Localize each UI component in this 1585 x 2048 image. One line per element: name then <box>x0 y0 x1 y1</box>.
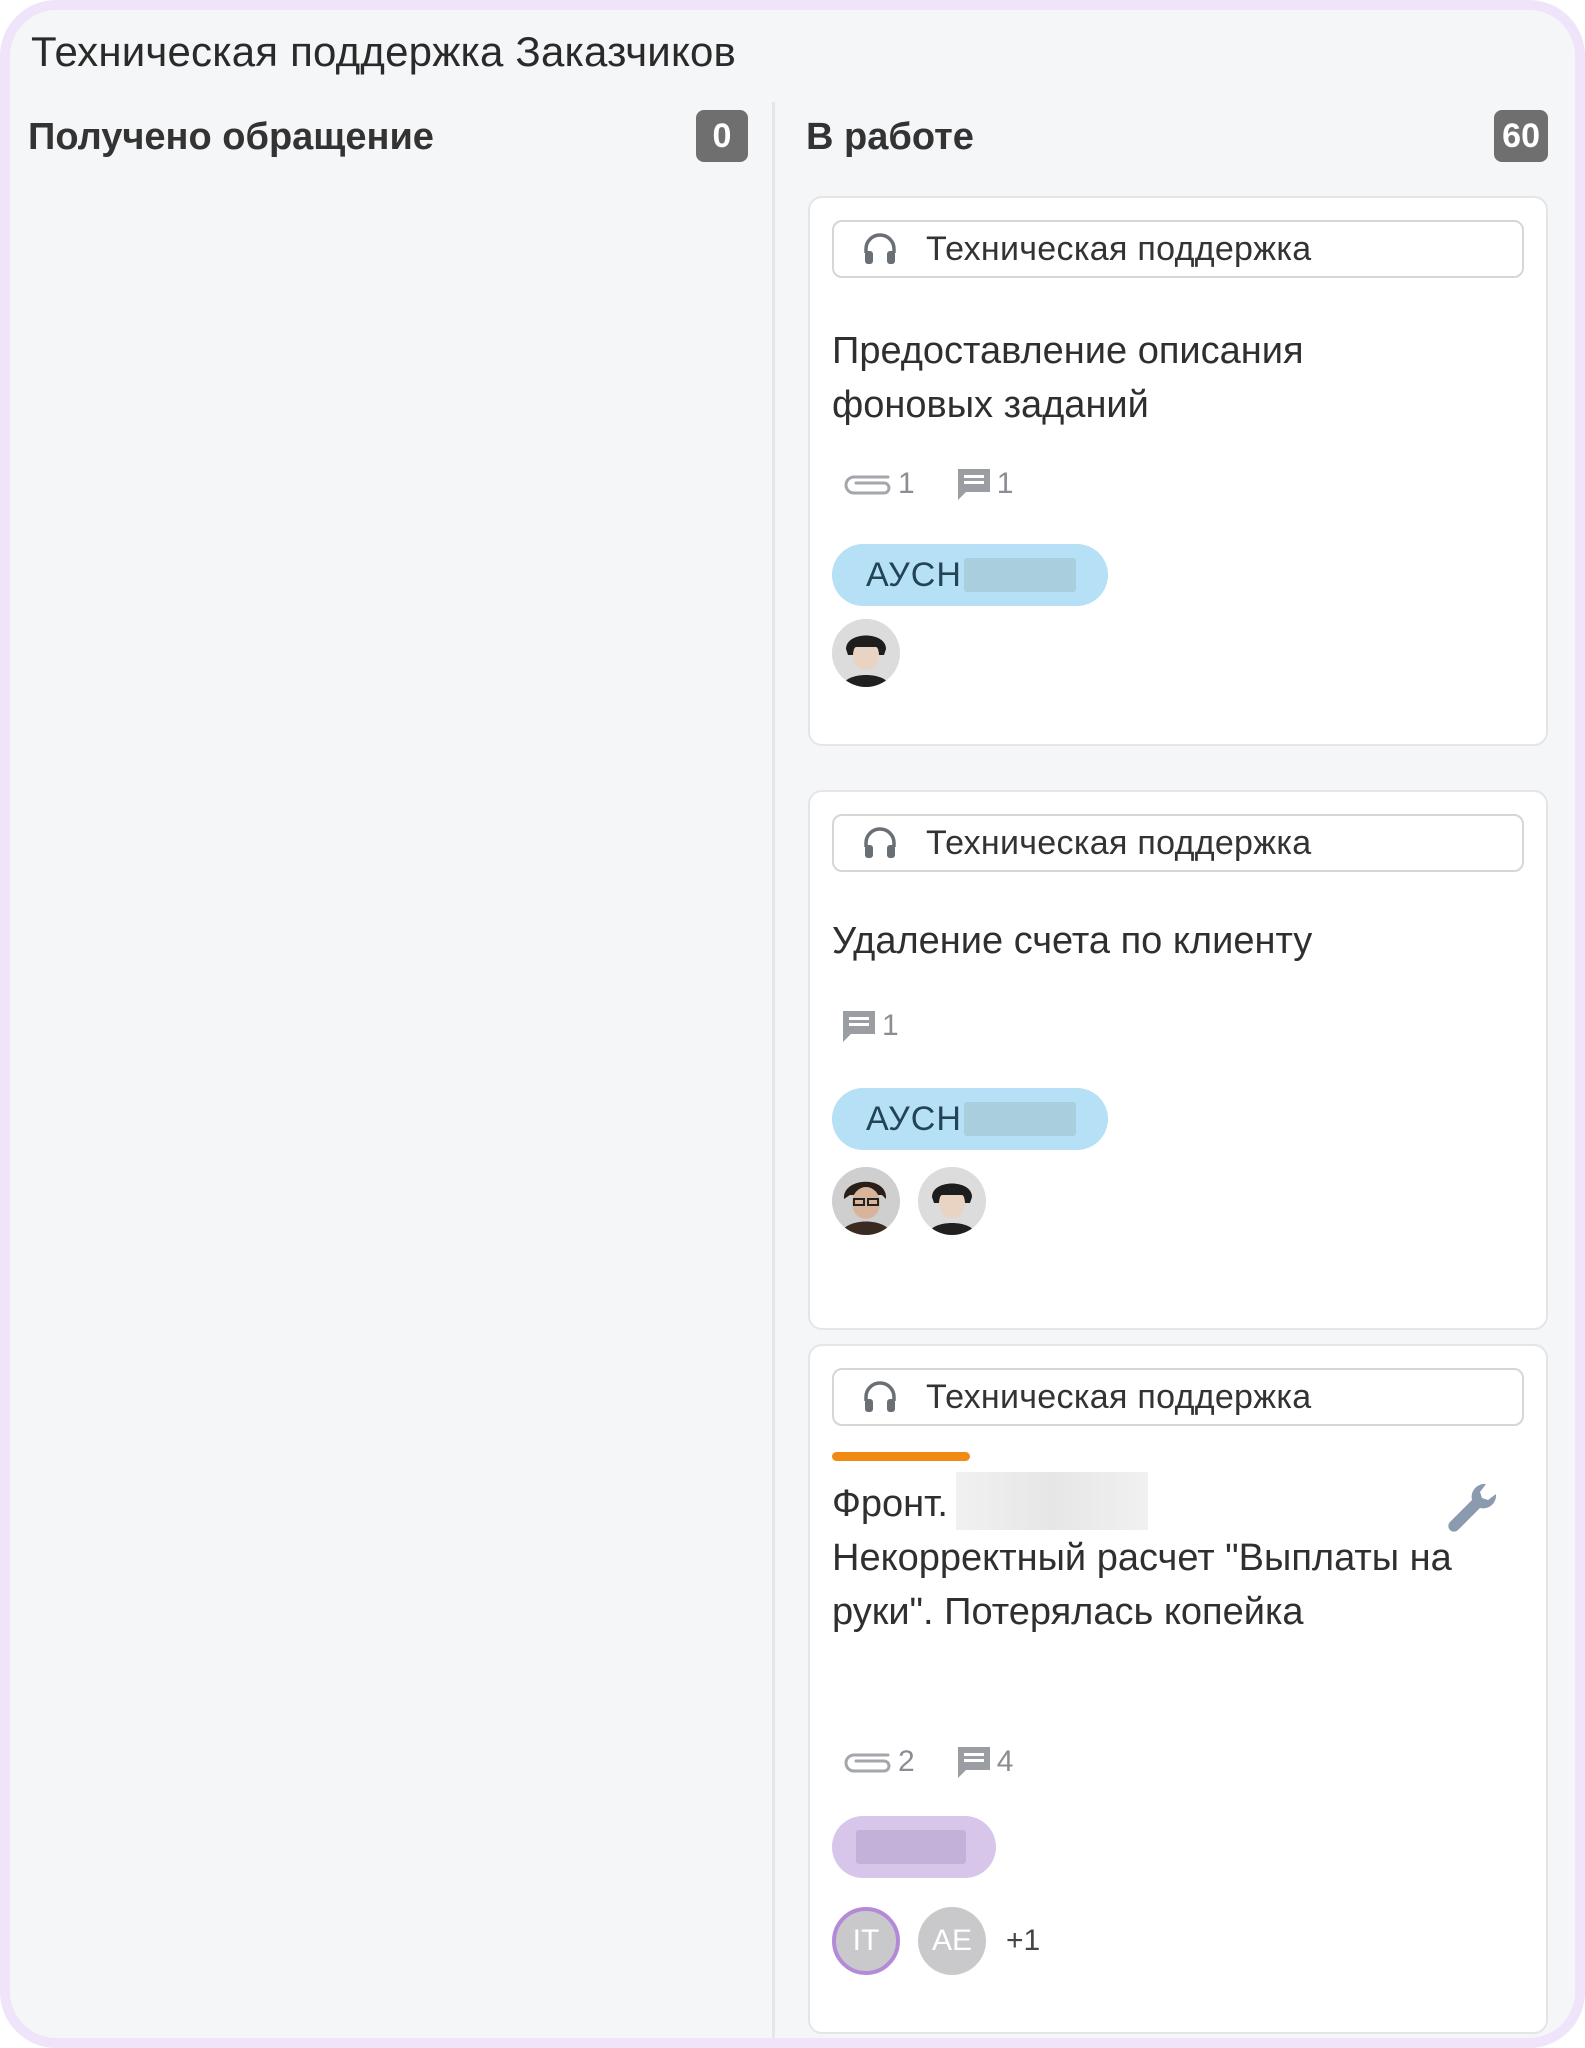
paperclip-icon <box>844 475 891 495</box>
attachments-counter[interactable]: 1 <box>840 467 915 501</box>
card-meta: 1 1 <box>840 464 1053 504</box>
column-count-badge: 0 <box>696 110 748 162</box>
assignees <box>832 1166 1004 1236</box>
card-category-tag[interactable]: Техническая поддержка <box>832 814 1524 872</box>
column-title: В работе <box>806 116 974 158</box>
card-title-text: Некорректный расчет "Выплаты на руки". П… <box>832 1537 1452 1633</box>
paperclip-icon <box>844 1753 891 1773</box>
card-meta: 1 <box>840 1006 939 1046</box>
assignee-avatar[interactable] <box>832 1167 900 1235</box>
comments-counter[interactable]: 4 <box>955 1744 1014 1780</box>
column-count-badge: 60 <box>1494 110 1548 162</box>
task-card[interactable]: Техническая поддержка Удаление счета по … <box>808 790 1548 1330</box>
column-title: Получено обращение <box>28 116 434 158</box>
card-category-label: Техническая поддержка <box>926 823 1312 862</box>
comments-count: 1 <box>996 467 1014 500</box>
project-label-text: АУСН <box>866 555 962 594</box>
attachments-count: 1 <box>898 467 915 500</box>
attachments-counter[interactable]: 2 <box>840 1745 915 1779</box>
project-label-text: АУСН <box>866 1099 962 1138</box>
wrench-icon <box>1448 1483 1497 1532</box>
card-category-label: Техническая поддержка <box>926 1377 1312 1416</box>
column-header-in-progress[interactable]: В работе 60 <box>806 110 1548 166</box>
comment-icon <box>843 1011 875 1042</box>
board-title: Техническая поддержка Заказчиков <box>31 28 737 75</box>
redacted-text <box>963 558 1076 592</box>
card-meta: 2 4 <box>840 1742 1053 1782</box>
headset-icon <box>864 1381 896 1412</box>
comment-icon <box>957 1747 990 1778</box>
attachments-count: 2 <box>898 1745 915 1778</box>
board-frame: Техническая поддержка Заказчиков Получен… <box>0 0 1585 2048</box>
redacted-text <box>963 1102 1076 1136</box>
priority-indicator <box>832 1452 970 1461</box>
redacted-text <box>955 1472 1148 1530</box>
headset-icon <box>864 233 896 264</box>
assignees: IT AE +1 <box>832 1906 1040 1976</box>
column-divider <box>772 102 775 2038</box>
column-header-received[interactable]: Получено обращение 0 <box>28 110 748 166</box>
project-label[interactable]: АУСН <box>832 1088 1108 1150</box>
card-category-tag[interactable]: Техническая поддержка <box>832 220 1524 278</box>
assignee-avatar[interactable]: IT <box>832 1907 900 1975</box>
comments-count: 1 <box>882 1009 899 1042</box>
headset-icon <box>864 827 896 858</box>
comments-counter[interactable]: 1 <box>955 466 1014 502</box>
comment-icon <box>957 469 990 500</box>
task-card[interactable]: Техническая поддержка Фронт. Некорректный… <box>808 1344 1548 2034</box>
assignee-avatar[interactable] <box>832 619 900 687</box>
assignee-avatar[interactable] <box>918 1167 986 1235</box>
project-label[interactable] <box>832 1816 996 1878</box>
assignees <box>832 618 918 688</box>
assignee-avatar[interactable]: AE <box>918 1907 986 1975</box>
card-title[interactable]: Удаление счета по клиенту <box>832 914 1492 968</box>
more-assignees-count[interactable]: +1 <box>1006 1924 1040 1958</box>
card-category-tag[interactable]: Техническая поддержка <box>832 1368 1524 1426</box>
card-title-prefix: Фронт. <box>832 1483 948 1525</box>
redacted-text <box>856 1830 966 1864</box>
card-title[interactable]: Предоставление описания фоновых заданий <box>832 324 1412 432</box>
comments-counter[interactable]: 1 <box>840 1008 899 1044</box>
project-label[interactable]: АУСН <box>832 544 1108 606</box>
card-title[interactable]: Фронт. Некорректный расчет "Выплаты на ру… <box>832 1472 1452 1639</box>
task-card[interactable]: Техническая поддержка Предоставление опи… <box>808 196 1548 746</box>
card-category-label: Техническая поддержка <box>926 229 1312 268</box>
comments-count: 4 <box>996 1745 1014 1778</box>
